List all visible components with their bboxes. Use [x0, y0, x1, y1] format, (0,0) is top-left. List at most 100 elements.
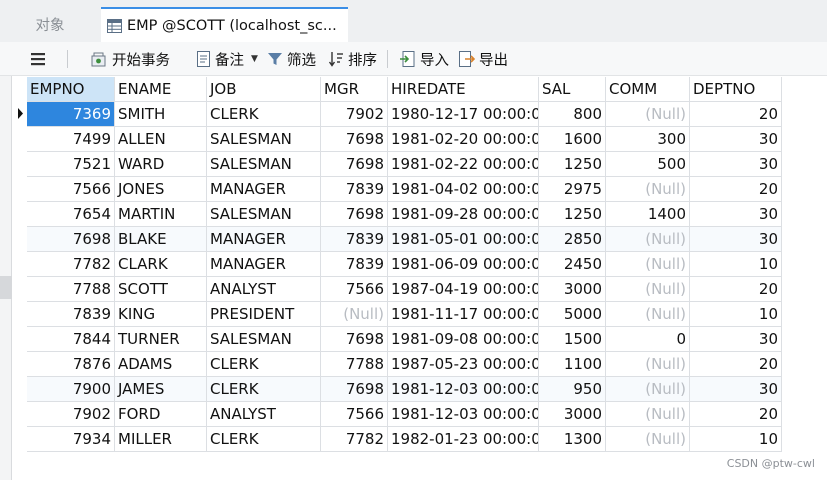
cell-hiredate[interactable]: 1981-05-01 00:00:00 [388, 227, 539, 252]
cell-mgr[interactable]: 7788 [321, 352, 388, 377]
tab-emp-table[interactable]: EMP @SCOTT (localhost_sc... [101, 7, 348, 42]
cell-mgr[interactable]: 7902 [321, 102, 388, 127]
cell-comm[interactable]: 1400 [606, 202, 690, 227]
cell-deptno[interactable]: 10 [690, 427, 782, 452]
cell-comm[interactable]: (Null) [606, 427, 690, 452]
cell-comm[interactable]: (Null) [606, 402, 690, 427]
cell-ename[interactable]: MARTIN [115, 202, 207, 227]
cell-sal[interactable]: 5000 [539, 302, 606, 327]
cell-hiredate[interactable]: 1981-06-09 00:00:00 [388, 252, 539, 277]
cell-hiredate[interactable]: 1981-12-03 00:00:00 [388, 402, 539, 427]
cell-comm[interactable]: (Null) [606, 177, 690, 202]
cell-sal[interactable]: 1300 [539, 427, 606, 452]
cell-deptno[interactable]: 10 [690, 252, 782, 277]
cell-deptno[interactable]: 20 [690, 177, 782, 202]
cell-sal[interactable]: 800 [539, 102, 606, 127]
cell-empno[interactable]: 7782 [27, 252, 115, 277]
cell-empno[interactable]: 7566 [27, 177, 115, 202]
cell-empno[interactable]: 7844 [27, 327, 115, 352]
cell-sal[interactable]: 3000 [539, 402, 606, 427]
cell-job[interactable]: CLERK [207, 102, 321, 127]
cell-ename[interactable]: TURNER [115, 327, 207, 352]
column-header-mgr[interactable]: MGR [321, 77, 388, 102]
cell-job[interactable]: CLERK [207, 352, 321, 377]
cell-empno[interactable]: 7499 [27, 127, 115, 152]
cell-sal[interactable]: 1600 [539, 127, 606, 152]
cell-hiredate[interactable]: 1982-01-23 00:00:00 [388, 427, 539, 452]
cell-job[interactable]: CLERK [207, 377, 321, 402]
cell-deptno[interactable]: 30 [690, 377, 782, 402]
cell-empno[interactable]: 7369 [27, 102, 115, 127]
cell-empno[interactable]: 7934 [27, 427, 115, 452]
cell-sal[interactable]: 1250 [539, 152, 606, 177]
cell-deptno[interactable]: 20 [690, 352, 782, 377]
table-row[interactable]: 7566 JONES MANAGER 7839 1981-04-02 00:00:00 2… [27, 177, 782, 202]
cell-job[interactable]: ANALYST [207, 277, 321, 302]
cell-empno[interactable]: 7521 [27, 152, 115, 177]
filter-button[interactable]: 筛选 [267, 42, 316, 76]
tab-objects[interactable]: 对象 [0, 7, 100, 42]
cell-hiredate[interactable]: 1981-04-02 00:00:00 [388, 177, 539, 202]
cell-sal[interactable]: 2450 [539, 252, 606, 277]
cell-hiredate[interactable]: 1987-05-23 00:00:00 [388, 352, 539, 377]
cell-sal[interactable]: 1250 [539, 202, 606, 227]
cell-mgr[interactable]: 7839 [321, 177, 388, 202]
cell-ename[interactable]: BLAKE [115, 227, 207, 252]
cell-mgr[interactable]: 7839 [321, 252, 388, 277]
table-row[interactable]: 7369 SMITH CLERK 7902 1980-12-17 00:00:00 800… [27, 102, 782, 127]
table-row[interactable]: 7788 SCOTT ANALYST 7566 1987-04-19 00:00:00 3… [27, 277, 782, 302]
table-row[interactable]: 7900 JAMES CLERK 7698 1981-12-03 00:00:00 950… [27, 377, 782, 402]
cell-empno[interactable]: 7654 [27, 202, 115, 227]
cell-sal[interactable]: 2975 [539, 177, 606, 202]
cell-comm[interactable]: (Null) [606, 352, 690, 377]
export-button[interactable]: 导出 [458, 42, 508, 76]
column-header-job[interactable]: JOB [207, 77, 321, 102]
cell-hiredate[interactable]: 1987-04-19 00:00:00 [388, 277, 539, 302]
cell-ename[interactable]: SMITH [115, 102, 207, 127]
cell-empno[interactable]: 7839 [27, 302, 115, 327]
cell-mgr[interactable]: 7782 [321, 427, 388, 452]
cell-ename[interactable]: JAMES [115, 377, 207, 402]
cell-job[interactable]: MANAGER [207, 227, 321, 252]
cell-mgr[interactable]: (Null) [321, 302, 388, 327]
cell-comm[interactable]: (Null) [606, 377, 690, 402]
cell-mgr[interactable]: 7566 [321, 402, 388, 427]
cell-hiredate[interactable]: 1981-12-03 00:00:00 [388, 377, 539, 402]
column-header-ename[interactable]: ENAME [115, 77, 207, 102]
cell-ename[interactable]: ALLEN [115, 127, 207, 152]
cell-deptno[interactable]: 30 [690, 127, 782, 152]
table-row[interactable]: 7654 MARTIN SALESMAN 7698 1981-09-28 00:00:0… [27, 202, 782, 227]
cell-hiredate[interactable]: 1981-09-08 00:00:00 [388, 327, 539, 352]
cell-hiredate[interactable]: 1981-11-17 00:00:00 [388, 302, 539, 327]
cell-ename[interactable]: WARD [115, 152, 207, 177]
dropdown-arrow-icon[interactable]: ▼ [251, 54, 258, 64]
import-button[interactable]: 导入 [399, 42, 449, 76]
cell-empno[interactable]: 7788 [27, 277, 115, 302]
cell-sal[interactable]: 1500 [539, 327, 606, 352]
cell-sal[interactable]: 950 [539, 377, 606, 402]
cell-job[interactable]: SALESMAN [207, 327, 321, 352]
cell-mgr[interactable]: 7698 [321, 127, 388, 152]
column-header-sal[interactable]: SAL [539, 77, 606, 102]
cell-deptno[interactable]: 30 [690, 327, 782, 352]
cell-deptno[interactable]: 20 [690, 102, 782, 127]
cell-ename[interactable]: ADAMS [115, 352, 207, 377]
cell-deptno[interactable]: 30 [690, 152, 782, 177]
table-row[interactable]: 7839 KING PRESIDENT (Null) 1981-11-17 00:00:… [27, 302, 782, 327]
table-row[interactable]: 7902 FORD ANALYST 7566 1981-12-03 00:00:00 30… [27, 402, 782, 427]
cell-empno[interactable]: 7698 [27, 227, 115, 252]
column-header-comm[interactable]: COMM [606, 77, 690, 102]
cell-ename[interactable]: JONES [115, 177, 207, 202]
cell-comm[interactable]: 500 [606, 152, 690, 177]
cell-comm[interactable]: (Null) [606, 252, 690, 277]
cell-comm[interactable]: (Null) [606, 102, 690, 127]
cell-job[interactable]: ANALYST [207, 402, 321, 427]
cell-hiredate[interactable]: 1980-12-17 00:00:00 [388, 102, 539, 127]
cell-hiredate[interactable]: 1981-02-22 00:00:00 [388, 152, 539, 177]
cell-comm[interactable]: (Null) [606, 302, 690, 327]
begin-transaction-button[interactable]: 开始事务 [90, 42, 170, 76]
cell-deptno[interactable]: 10 [690, 302, 782, 327]
table-row[interactable]: 7844 TURNER SALESMAN 7698 1981-09-08 00:00:0… [27, 327, 782, 352]
cell-ename[interactable]: MILLER [115, 427, 207, 452]
cell-mgr[interactable]: 7698 [321, 377, 388, 402]
